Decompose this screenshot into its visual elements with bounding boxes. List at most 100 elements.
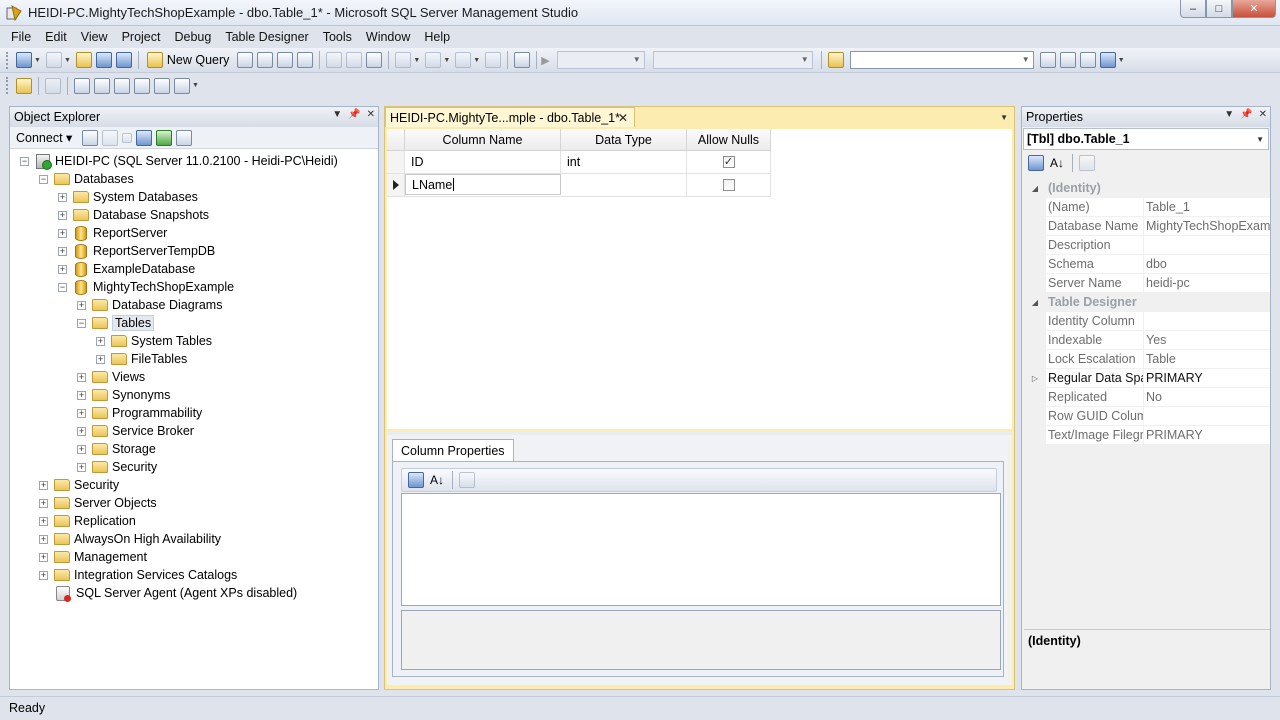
expand-icon[interactable]: +	[58, 228, 67, 238]
property-value[interactable]: dbo	[1144, 255, 1270, 274]
property-value[interactable]	[1144, 312, 1270, 331]
tree-node[interactable]: + Synonyms	[10, 386, 378, 404]
window-layout-icon[interactable]	[1099, 52, 1116, 68]
collapse-icon[interactable]: −	[20, 156, 29, 166]
expand-property-icon[interactable]: ▷	[1024, 369, 1046, 388]
table-row[interactable]: ID int ✓	[387, 151, 771, 174]
expand-icon[interactable]: +	[58, 192, 67, 202]
start-debugging-icon[interactable]: ▶	[541, 54, 549, 67]
menu-debug[interactable]: Debug	[167, 26, 218, 48]
column-name-input[interactable]: LName	[405, 174, 561, 195]
property-value[interactable]	[1144, 407, 1270, 426]
pin-icon[interactable]: 📌	[1240, 109, 1252, 120]
property-row[interactable]: Text/Image Filegr PRIMARY	[1024, 426, 1270, 445]
expand-icon[interactable]: +	[39, 552, 48, 562]
tree-node[interactable]: + ReportServerTempDB	[10, 242, 378, 260]
menu-edit[interactable]: Edit	[38, 26, 74, 48]
copy-icon[interactable]	[346, 52, 363, 68]
toolbar-grip[interactable]	[6, 51, 10, 69]
disconnect-icon[interactable]	[102, 129, 119, 146]
tab-table-designer[interactable]: HEIDI-PC.MightyTe...mple - dbo.Table_1* …	[385, 107, 635, 127]
property-row[interactable]: Identity Column	[1024, 312, 1270, 331]
object-selector-dropdown[interactable]: [Tbl] dbo.Table_1 ▼	[1023, 128, 1269, 150]
expand-icon[interactable]: +	[96, 336, 105, 346]
tree-node[interactable]: + Management	[10, 548, 378, 566]
tree-node[interactable]: + Integration Services Catalogs	[10, 566, 378, 584]
refresh-icon[interactable]	[156, 129, 173, 146]
collapse-category-icon[interactable]: ◢	[1024, 293, 1046, 312]
property-value[interactable]: No	[1144, 388, 1270, 407]
collapse-icon[interactable]: −	[39, 174, 48, 184]
tree-node[interactable]: + Programmability	[10, 404, 378, 422]
expand-icon[interactable]: +	[77, 372, 86, 382]
tree-node[interactable]: − HEIDI-PC (SQL Server 11.0.2100 - Heidi-…	[10, 152, 378, 170]
solution-configurations-combo[interactable]: ▼	[556, 51, 645, 69]
cut-icon[interactable]	[326, 52, 343, 68]
database-engine-query-icon[interactable]	[237, 52, 254, 68]
activity-monitor-icon[interactable]	[176, 129, 193, 146]
property-row[interactable]: Schema dbo	[1024, 255, 1270, 274]
tree-node[interactable]: + Server Objects	[10, 494, 378, 512]
new-query-button[interactable]: New Query	[145, 52, 229, 68]
expand-icon[interactable]: +	[77, 444, 86, 454]
data-type-cell[interactable]	[561, 174, 687, 196]
property-value[interactable]: Yes	[1144, 331, 1270, 350]
panel-menu-icon[interactable]: ▼	[1224, 109, 1234, 120]
tree-node[interactable]: + Service Broker	[10, 422, 378, 440]
manage-indexes-icon[interactable]	[94, 77, 110, 94]
menu-tools[interactable]: Tools	[316, 26, 359, 48]
expand-icon[interactable]: +	[39, 480, 48, 490]
column-name-cell[interactable]: ID	[405, 151, 561, 173]
close-window-button[interactable]: ✕	[1232, 0, 1276, 18]
menu-table-designer[interactable]: Table Designer	[218, 26, 315, 48]
open-file-icon[interactable]	[75, 52, 92, 68]
row-selector[interactable]	[387, 174, 405, 196]
manage-spatial-indexes-icon[interactable]	[174, 77, 190, 94]
dropdown-arrow-icon[interactable]: ▼	[413, 57, 420, 64]
property-row[interactable]: (Name) Table_1	[1024, 198, 1270, 217]
property-category[interactable]: ◢ Table Designer	[1024, 293, 1270, 312]
expand-icon[interactable]: +	[58, 210, 67, 220]
connect-button[interactable]: Connect ▾	[16, 130, 72, 145]
tree-node[interactable]: + FileTables	[10, 350, 378, 368]
tree-node[interactable]: + System Tables	[10, 332, 378, 350]
expand-icon[interactable]: +	[77, 426, 86, 436]
analysis-xmla-query-icon[interactable]	[297, 52, 314, 68]
tree-node[interactable]: + ReportServer	[10, 224, 378, 242]
solution-platforms-combo[interactable]: ▼	[652, 51, 813, 69]
expand-icon[interactable]: +	[77, 300, 86, 310]
property-value[interactable]: PRIMARY	[1144, 426, 1270, 445]
property-value[interactable]	[1144, 236, 1270, 255]
undo-icon[interactable]	[395, 52, 412, 68]
expand-icon[interactable]: +	[39, 516, 48, 526]
tools-icon[interactable]	[1079, 52, 1096, 68]
property-row[interactable]: Server Name heidi-pc	[1024, 274, 1270, 293]
property-row[interactable]: Database NameMightyTechShopExample	[1024, 217, 1270, 236]
dropdown-arrow-icon[interactable]: ▼	[34, 57, 41, 64]
panel-menu-icon[interactable]: ▼	[332, 109, 342, 120]
find-in-files-icon[interactable]	[827, 52, 844, 68]
toolbar-grip[interactable]	[6, 77, 10, 94]
table-row[interactable]: LName	[387, 174, 771, 197]
close-icon[interactable]: ✕	[367, 109, 375, 120]
property-row[interactable]: ▷ Regular Data Spac PRIMARY	[1024, 369, 1270, 388]
tree-node[interactable]: SQL Server Agent (Agent XPs disabled)	[10, 584, 378, 602]
property-category[interactable]: ◢ (Identity)	[1024, 179, 1270, 198]
tree-node[interactable]: − MightyTechShopExample	[10, 278, 378, 296]
tree-node[interactable]: + Views	[10, 368, 378, 386]
generate-change-script-icon[interactable]	[16, 77, 32, 94]
analysis-dmx-query-icon[interactable]	[277, 52, 294, 68]
property-pages-icon[interactable]	[1079, 155, 1096, 171]
tree-node[interactable]: + Replication	[10, 512, 378, 530]
tab-column-properties[interactable]: Column Properties	[392, 439, 514, 461]
close-tab-icon[interactable]: ✕	[618, 111, 628, 125]
screenshot-icon[interactable]	[514, 52, 531, 68]
data-type-cell[interactable]: int	[561, 151, 687, 173]
pin-icon[interactable]: 📌	[348, 109, 360, 120]
find-combo[interactable]: ▼	[849, 51, 1034, 69]
relationships-icon[interactable]	[74, 77, 90, 94]
stop-icon[interactable]	[122, 132, 133, 143]
tree-node[interactable]: − Databases	[10, 170, 378, 188]
property-value[interactable]: MightyTechShopExample	[1144, 217, 1270, 236]
navigate-backward-icon[interactable]	[455, 52, 472, 68]
